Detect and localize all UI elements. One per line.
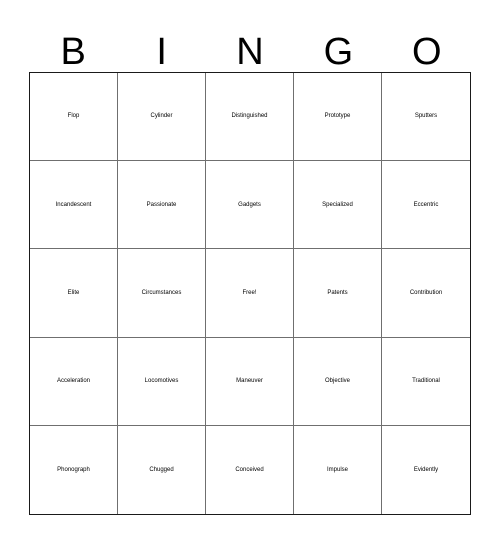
bingo-header-letter-g: G	[323, 31, 354, 73]
bingo-cell[interactable]: Traditional	[382, 337, 470, 426]
bingo-cell[interactable]: Patents	[294, 249, 382, 338]
bingo-cell[interactable]: Flop	[30, 73, 118, 162]
bingo-cell[interactable]: Locomotives	[118, 337, 206, 426]
bingo-cell[interactable]: Sputters	[382, 73, 470, 162]
bingo-cell[interactable]: Elite	[30, 249, 118, 338]
bingo-cell[interactable]: Eccentric	[382, 161, 470, 250]
bingo-cell-label: Gadgets	[238, 201, 261, 208]
bingo-cell[interactable]: Specialized	[294, 161, 382, 250]
bingo-cell-label: Phonograph	[57, 466, 90, 473]
bingo-cell-label: Patents	[327, 289, 348, 296]
bingo-cell-label: Impulse	[326, 466, 348, 473]
bingo-cell[interactable]: Chugged	[118, 425, 206, 514]
bingo-cell[interactable]: Conceived	[206, 425, 294, 514]
bingo-cell-label: Elite	[67, 289, 80, 296]
bingo-cell-label: Acceleration	[56, 378, 91, 385]
bingo-cell-free-space[interactable]: Free!	[206, 249, 294, 338]
bingo-cell[interactable]: Cylinder	[118, 73, 206, 162]
bingo-cell-label: Specialized	[322, 201, 353, 208]
bingo-cell-label: Objective	[324, 378, 350, 385]
bingo-cell-label: Sputters	[414, 113, 438, 120]
bingo-cell-label: Evidently	[413, 466, 439, 473]
bingo-cell[interactable]: Gadgets	[206, 161, 294, 250]
bingo-cell[interactable]: Prototype	[294, 73, 382, 162]
bingo-cell-label: Maneuver	[236, 378, 263, 385]
bingo-cell[interactable]: Distinguished	[206, 73, 294, 162]
bingo-cell[interactable]: Maneuver	[206, 337, 294, 426]
bingo-grid: Flop Cylinder Distinguished Prototype Sputte…	[29, 72, 471, 515]
bingo-cell-label: Locomotives	[144, 378, 179, 385]
bingo-cell-label: Traditional	[412, 378, 440, 385]
bingo-cell[interactable]: Evidently	[382, 425, 470, 514]
bingo-cell-label: Eccentric	[413, 201, 439, 208]
bingo-cell[interactable]: Objective	[294, 337, 382, 426]
bingo-cell-label: Chugged	[149, 466, 174, 473]
bingo-header-letter-n: N	[236, 31, 264, 73]
bingo-cell-label: Passionate	[146, 201, 177, 208]
bingo-cell[interactable]: Phonograph	[30, 425, 118, 514]
bingo-header-row: BINGO	[29, 18, 471, 72]
bingo-cell[interactable]: Impulse	[294, 425, 382, 514]
bingo-cell[interactable]: Contribution	[382, 249, 470, 338]
bingo-cell-label: Distinguished	[231, 113, 268, 120]
bingo-cell-label: Cylinder	[150, 113, 173, 120]
bingo-cell-label: Flop	[67, 113, 80, 120]
bingo-cell-label: Incandescent	[55, 201, 92, 208]
bingo-header-letter-o: O	[412, 31, 442, 73]
bingo-cell[interactable]: Incandescent	[30, 161, 118, 250]
bingo-header-letter-b: B	[60, 31, 86, 73]
bingo-cell[interactable]: Passionate	[118, 161, 206, 250]
bingo-cell-label: Circumstances	[141, 289, 182, 296]
bingo-cell-label: Prototype	[324, 113, 351, 120]
bingo-header-letter-i: I	[156, 31, 167, 73]
bingo-cell-label: Conceived	[235, 466, 264, 473]
bingo-cell-label: Contribution	[409, 289, 443, 296]
bingo-card: B I N G O Flop Cylinder Distinguished Prototype…	[0, 0, 500, 544]
bingo-cell-label: Free!	[242, 289, 257, 296]
bingo-cell[interactable]: Circumstances	[118, 249, 206, 338]
bingo-cell[interactable]: Acceleration	[30, 337, 118, 426]
